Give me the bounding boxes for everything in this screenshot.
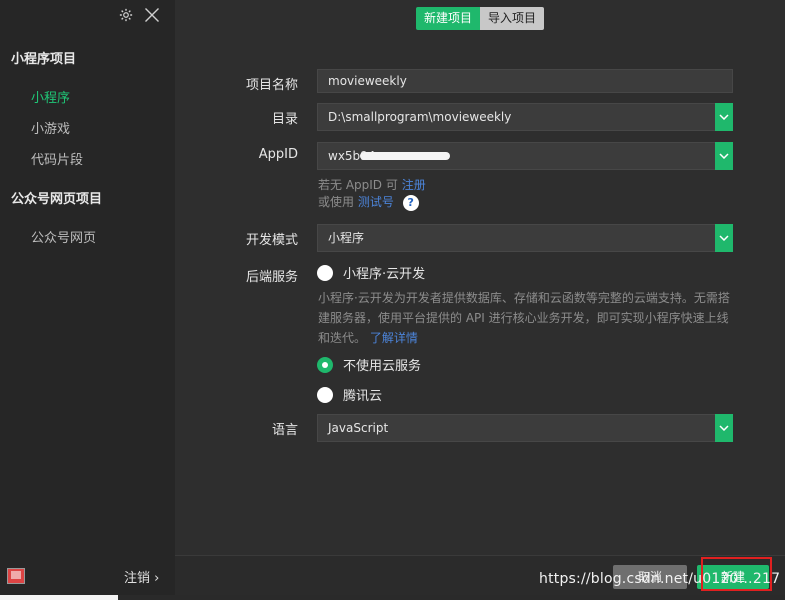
help-icon[interactable]: ?: [402, 194, 419, 211]
tab-import-project[interactable]: 导入项目: [480, 7, 545, 30]
radio-button-checked[interactable]: [317, 356, 333, 373]
directory-value: D:\smallprogram\movieweekly: [328, 110, 512, 124]
section-miniprogram-title: 小程序项目: [11, 52, 77, 67]
dev-mode-select[interactable]: 小程序: [317, 224, 733, 252]
chevron-down-icon: [719, 114, 729, 120]
cloud-dev-description: 小程序·云开发为开发者提供数据库、存储和云函数等完整的云端支持。无需搭建服务器，…: [318, 288, 736, 348]
project-name-label: 项目名称: [245, 78, 298, 93]
project-tabs: 新建项目 导入项目: [416, 7, 545, 30]
watermark-text: https://blog.csdn.net/u0120…217: [539, 571, 781, 587]
register-link[interactable]: 注册: [402, 178, 426, 192]
radio-button[interactable]: [317, 386, 333, 403]
chevron-down-icon: [719, 153, 729, 159]
radio-tencent-cloud-label: 腾讯云: [343, 389, 383, 404]
radio-button[interactable]: [317, 264, 333, 281]
dev-mode-dropdown[interactable]: [715, 224, 733, 252]
backend-label: 后端服务: [245, 270, 298, 285]
sidebar-item-miniprogram[interactable]: 小程序: [31, 87, 70, 106]
sidebar-footer: 注销 ›: [0, 558, 175, 594]
learn-more-link[interactable]: 了解详情: [370, 331, 418, 345]
close-icon[interactable]: [143, 6, 161, 24]
radio-no-cloud[interactable]: 不使用云服务: [317, 355, 421, 374]
sidebar-item-official-web[interactable]: 公众号网页: [31, 227, 96, 246]
appid-alt-text: 或使用: [318, 195, 355, 209]
gear-icon[interactable]: [117, 6, 135, 24]
project-name-input[interactable]: movieweekly: [317, 69, 733, 93]
appid-input[interactable]: wx5b94: [317, 142, 733, 170]
radio-tencent-cloud[interactable]: 腾讯云: [317, 385, 382, 404]
test-account-link[interactable]: 测试号: [358, 195, 394, 209]
language-label: 语言: [271, 423, 298, 438]
chevron-down-icon: [719, 235, 729, 241]
window-controls: [117, 6, 161, 24]
language-select[interactable]: JavaScript: [317, 414, 733, 442]
bottom-strip: [0, 595, 785, 600]
section-official-title: 公众号网页项目: [11, 192, 103, 207]
dev-mode-label: 开发模式: [245, 233, 298, 248]
logout-button[interactable]: 注销 ›: [124, 567, 159, 586]
language-dropdown[interactable]: [715, 414, 733, 442]
appid-register-hint: 若无 AppID 可 注册: [318, 176, 426, 193]
directory-dropdown[interactable]: [715, 103, 733, 131]
appid-hint-text: 若无 AppID 可: [318, 178, 398, 192]
appid-label: AppID: [258, 147, 298, 162]
tab-new-project[interactable]: 新建项目: [416, 7, 481, 30]
dev-mode-value: 小程序: [328, 231, 365, 245]
redaction-mark: [360, 152, 450, 160]
chevron-down-icon: [719, 425, 729, 431]
sidebar-item-code-snippet[interactable]: 代码片段: [31, 149, 83, 168]
directory-label: 目录: [271, 112, 298, 127]
appid-test-hint: 或使用 测试号 ?: [318, 193, 419, 211]
main-panel: 新建项目 导入项目 项目名称 movieweekly 目录 D:\smallpr…: [175, 0, 785, 555]
sidebar: 小程序项目 小程序 小游戏 代码片段 公众号网页项目 公众号网页 注销 ›: [0, 0, 175, 600]
avatar: [7, 568, 25, 584]
language-value: JavaScript: [328, 421, 389, 435]
bottom-strip-dark: [118, 595, 785, 600]
appid-dropdown[interactable]: [715, 142, 733, 170]
directory-input[interactable]: D:\smallprogram\movieweekly: [317, 103, 733, 131]
radio-cloud-dev[interactable]: 小程序·云开发: [317, 263, 425, 282]
radio-no-cloud-label: 不使用云服务: [343, 359, 422, 374]
radio-cloud-dev-label: 小程序·云开发: [343, 267, 426, 282]
sidebar-item-minigame[interactable]: 小游戏: [31, 118, 70, 137]
